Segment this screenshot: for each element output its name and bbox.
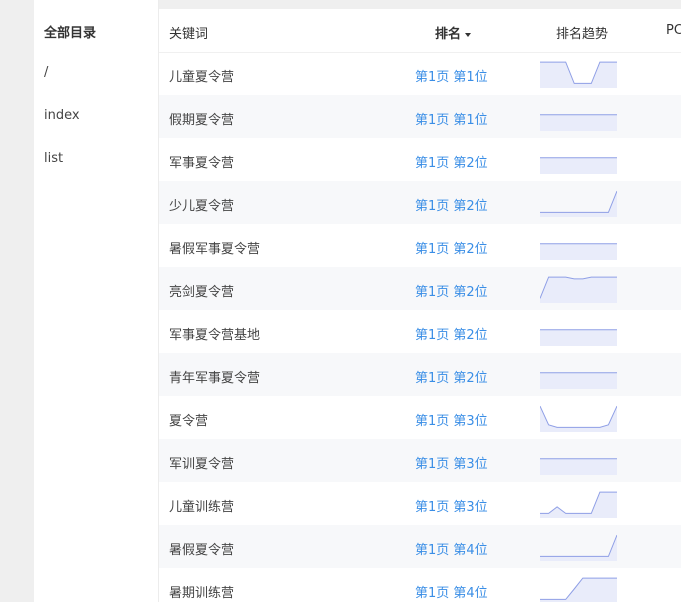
- trend-sparkline: [540, 276, 617, 303]
- trend-area: [540, 535, 617, 561]
- table-row: 少儿夏令营 第1页 第2位: [159, 181, 681, 224]
- table-row: 儿童训练营 第1页 第3位: [159, 482, 681, 525]
- trend-sparkline: [540, 157, 617, 174]
- rank-link[interactable]: 第1页 第2位: [415, 367, 488, 386]
- keyword-cell[interactable]: 儿童训练营: [169, 496, 234, 515]
- header-trend: 排名趋势: [556, 27, 609, 42]
- trend-sparkline: [540, 405, 617, 432]
- keyword-cell[interactable]: 暑假夏令营: [169, 539, 234, 558]
- trend-line: [540, 534, 617, 557]
- rank-link[interactable]: 第1页 第2位: [415, 281, 488, 300]
- sidebar-item-list[interactable]: list: [44, 151, 63, 166]
- trend-area: [540, 62, 617, 88]
- table-row: 夏令营 第1页 第3位: [159, 396, 681, 439]
- keyword-cell[interactable]: 暑期训练营: [169, 582, 234, 601]
- table-row: 青年军事夏令营 第1页 第2位: [159, 353, 681, 396]
- keyword-cell[interactable]: 军事夏令营: [169, 152, 234, 171]
- table-row: 军事夏令营基地 第1页 第2位: [159, 310, 681, 353]
- trend-area: [540, 114, 617, 131]
- table-row: 暑假军事夏令营 第1页 第2位: [159, 224, 681, 267]
- sort-down-icon: [465, 32, 472, 37]
- header-rank-label: 排名: [435, 27, 462, 42]
- trend-sparkline: [540, 61, 617, 88]
- header-keyword: 关键词: [169, 27, 209, 42]
- table-row: 暑假夏令营 第1页 第4位: [159, 525, 681, 568]
- table-row: 军事夏令营 第1页 第2位: [159, 138, 681, 181]
- trend-area: [540, 458, 617, 475]
- trend-sparkline: [540, 458, 617, 475]
- table-row: 假期夏令营 第1页 第1位: [159, 95, 681, 138]
- trend-area: [540, 191, 617, 217]
- rank-link[interactable]: 第1页 第4位: [415, 582, 488, 601]
- trend-sparkline: [540, 577, 617, 602]
- rank-link[interactable]: 第1页 第1位: [415, 66, 488, 85]
- rank-link[interactable]: 第1页 第1位: [415, 109, 488, 128]
- keyword-cell[interactable]: 青年军事夏令营: [169, 367, 260, 386]
- trend-area: [540, 157, 617, 174]
- trend-sparkline: [540, 190, 617, 217]
- window-left-strip: [0, 0, 34, 602]
- sidebar-title: 全部目录: [44, 26, 97, 41]
- keyword-cell[interactable]: 亮剑夏令营: [169, 281, 234, 300]
- trend-sparkline: [540, 491, 617, 518]
- table-row: 儿童夏令营 第1页 第1位: [159, 52, 681, 95]
- keyword-cell[interactable]: 少儿夏令营: [169, 195, 234, 214]
- trend-area: [540, 372, 617, 389]
- rank-link[interactable]: 第1页 第2位: [415, 324, 488, 343]
- trend-area: [540, 277, 617, 303]
- trend-area: [540, 243, 617, 260]
- rank-link[interactable]: 第1页 第4位: [415, 539, 488, 558]
- table-header: 关键词 排名 排名趋势 PC: [159, 9, 681, 53]
- rank-link[interactable]: 第1页 第3位: [415, 453, 488, 472]
- keyword-cell[interactable]: 假期夏令营: [169, 109, 234, 128]
- keyword-cell[interactable]: 夏令营: [169, 410, 208, 429]
- table-row: 暑期训练营 第1页 第4位: [159, 568, 681, 602]
- trend-area: [540, 492, 617, 518]
- trend-sparkline: [540, 534, 617, 561]
- rank-link[interactable]: 第1页 第3位: [415, 410, 488, 429]
- trend-area: [540, 329, 617, 346]
- keyword-cell[interactable]: 军训夏令营: [169, 453, 234, 472]
- keyword-cell[interactable]: 军事夏令营基地: [169, 324, 260, 343]
- trend-area: [540, 406, 617, 432]
- trend-sparkline: [540, 243, 617, 260]
- trend-sparkline: [540, 114, 617, 131]
- rank-link[interactable]: 第1页 第2位: [415, 152, 488, 171]
- keyword-ranking-table: 关键词 排名 排名趋势 PC 儿童夏令营 第1页 第1位 假期夏令营 第1页 第1位军…: [159, 9, 681, 602]
- rank-link[interactable]: 第1页 第2位: [415, 238, 488, 257]
- header-pc: PC: [666, 23, 681, 38]
- trend-sparkline: [540, 329, 617, 346]
- trend-line: [540, 405, 617, 428]
- keyword-cell[interactable]: 儿童夏令营: [169, 66, 234, 85]
- sidebar-item-index[interactable]: index: [44, 108, 80, 123]
- directory-sidebar: 全部目录 / index list: [34, 0, 159, 602]
- rank-link[interactable]: 第1页 第2位: [415, 195, 488, 214]
- header-rank-sort[interactable]: 排名: [435, 23, 472, 42]
- trend-line: [540, 190, 617, 213]
- trend-area: [540, 578, 617, 602]
- table-row: 亮剑夏令营 第1页 第2位: [159, 267, 681, 310]
- sidebar-item-root[interactable]: /: [44, 65, 48, 80]
- trend-sparkline: [540, 372, 617, 389]
- table-row: 军训夏令营 第1页 第3位: [159, 439, 681, 482]
- keyword-cell[interactable]: 暑假军事夏令营: [169, 238, 260, 257]
- rank-link[interactable]: 第1页 第3位: [415, 496, 488, 515]
